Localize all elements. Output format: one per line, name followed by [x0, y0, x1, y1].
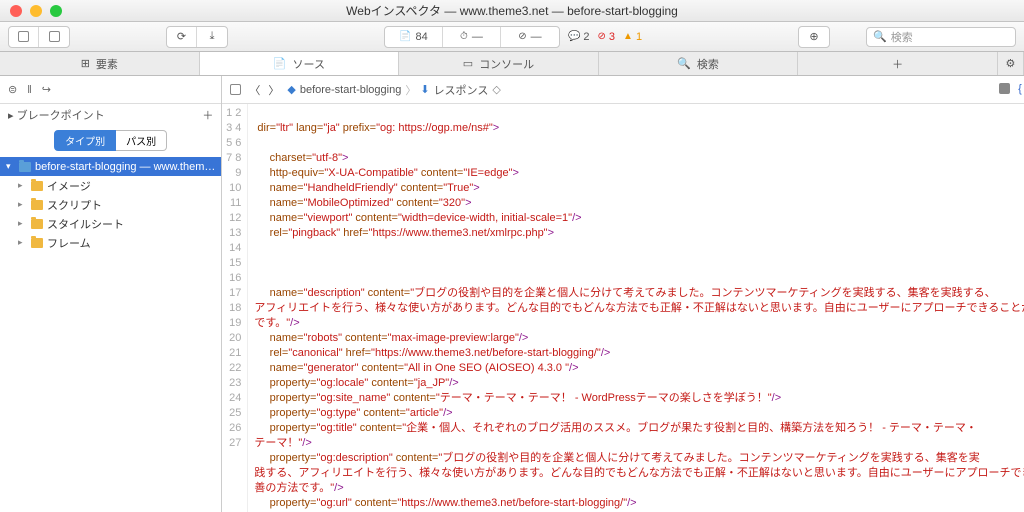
time-metric[interactable]: ⏱ — [443, 27, 501, 47]
tree-folder-images[interactable]: ▸イメージ [0, 176, 221, 195]
errors-badge[interactable]: ⊘ 3 [598, 31, 616, 43]
panel-tabs: ⊞ 要素 📄 ソース ▭ コンソール 🔍 検索 ＋ ⚙ [0, 52, 1024, 76]
pretty-print-icon[interactable] [999, 83, 1010, 94]
sidebar-toolbar: ⊜ ‖ ↪ [0, 76, 221, 104]
titlebar: Webインスペクタ — www.theme3.net — before-star… [0, 0, 1024, 22]
file-count[interactable]: 📄 84 [385, 27, 443, 47]
toggle-navigator-icon[interactable] [230, 84, 241, 95]
source-text[interactable]: dir="ltr" lang="ja" prefix="og: https://… [248, 104, 1024, 512]
resource-tree: ▾before-start-blogging — www.them… ▸イメージ… [0, 155, 221, 254]
tree-page-item[interactable]: ▾before-start-blogging — www.them… [0, 157, 221, 176]
line-gutter: 1 2 3 4 5 6 7 8 9 10 11 12 13 14 15 16 1… [222, 104, 248, 512]
nav-back-button[interactable]: 〈 [249, 82, 260, 98]
tab-sources[interactable]: 📄 ソース [200, 52, 400, 75]
tree-folder-scripts[interactable]: ▸スクリプト [0, 195, 221, 214]
download-button[interactable]: ⤓ [197, 27, 227, 47]
toggle-right-sidebar-button[interactable] [39, 27, 69, 47]
seg-by-type[interactable]: タイプ別 [54, 130, 116, 151]
window-title: Webインスペクタ — www.theme3.net — before-star… [0, 2, 1024, 19]
add-breakpoint-icon[interactable]: ＋ [202, 107, 213, 123]
messages-badge[interactable]: 💬 2 [568, 31, 590, 43]
settings-button[interactable]: ⚙ [998, 52, 1024, 75]
source-editor[interactable]: 1 2 3 4 5 6 7 8 9 10 11 12 13 14 15 16 1… [222, 104, 1024, 512]
load-metric[interactable]: ⊘ — [501, 27, 559, 47]
toolbar: ⟳ ⤓ 📄 84 ⏱ — ⊘ — 💬 2 ⊘ 3 ▲ 1 ⊕ 🔍 検索 [0, 22, 1024, 52]
tab-console[interactable]: ▭ コンソール [399, 52, 599, 75]
tab-elements[interactable]: ⊞ 要素 [0, 52, 200, 75]
tab-add[interactable]: ＋ [798, 52, 998, 75]
reload-button[interactable]: ⟳ [167, 27, 197, 47]
seg-by-path[interactable]: パス別 [116, 130, 167, 151]
toolbar-search[interactable]: 🔍 検索 [866, 27, 1016, 47]
warnings-badge[interactable]: ▲ 1 [623, 31, 642, 43]
braces-icon[interactable]: { } [1018, 83, 1024, 96]
inspect-element-button[interactable]: ⊕ [799, 27, 829, 47]
tab-search[interactable]: 🔍 検索 [599, 52, 799, 75]
tree-folder-stylesheets[interactable]: ▸スタイルシート [0, 214, 221, 233]
nav-forward-button[interactable]: 〉 [268, 82, 279, 98]
breadcrumb-bar: 〈 〉 ◆ before-start-blogging 〉 ⬇ レスポンス ◇ … [222, 76, 1024, 104]
breadcrumb[interactable]: ◆ before-start-blogging 〉 ⬇ レスポンス ◇ [287, 82, 500, 98]
sidebar-segment: タイプ別 パス別 [0, 126, 221, 155]
filter-icon[interactable]: ⊜ [8, 83, 17, 96]
breakpoints-header[interactable]: ▸ ブレークポイント ＋ [0, 104, 221, 126]
sidebar: ⊜ ‖ ↪ ▸ ブレークポイント ＋ タイプ別 パス別 ▾before-star… [0, 76, 222, 512]
pause-icon[interactable]: ‖ [27, 84, 32, 96]
tree-folder-frames[interactable]: ▸フレーム [0, 233, 221, 252]
content-pane: 〈 〉 ◆ before-start-blogging 〉 ⬇ レスポンス ◇ … [222, 76, 1024, 512]
toggle-sidebar-button[interactable] [9, 27, 39, 47]
step-icon[interactable]: ↪ [42, 83, 51, 96]
